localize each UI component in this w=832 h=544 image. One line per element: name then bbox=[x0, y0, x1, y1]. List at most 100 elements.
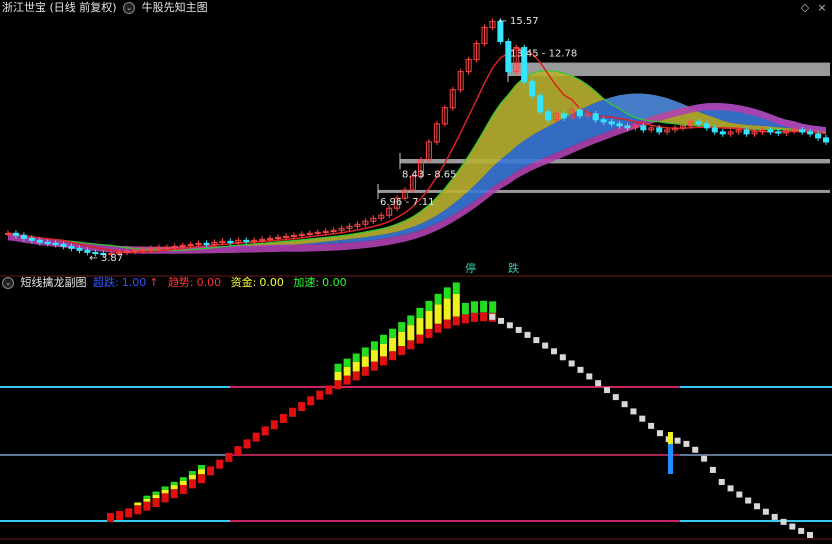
trend-bar-red bbox=[298, 402, 306, 412]
signal-stop-label: 停 bbox=[465, 261, 476, 275]
trend-bar-red bbox=[471, 312, 478, 322]
trend-block-white bbox=[727, 485, 734, 492]
trend-bar-red bbox=[152, 498, 160, 508]
trend-bar-red bbox=[370, 361, 378, 371]
accel-bar-green bbox=[489, 301, 497, 313]
trend-bar-red bbox=[225, 452, 233, 462]
funds-bar-yellow bbox=[452, 293, 460, 317]
trend-bar-red bbox=[289, 407, 296, 417]
trend-block-white bbox=[506, 322, 513, 329]
trend-bar-red bbox=[198, 474, 205, 484]
trend-block-white bbox=[612, 394, 619, 401]
candle-body bbox=[243, 239, 250, 243]
funds-bar-yellow bbox=[361, 356, 369, 367]
funds-bar-yellow bbox=[425, 310, 433, 329]
stock-title[interactable]: 浙江世宝 (日线 前复权) bbox=[2, 1, 117, 14]
trend-block-white bbox=[648, 422, 655, 429]
accel-bar-green bbox=[143, 495, 151, 499]
candle-body bbox=[815, 133, 822, 139]
trend-block-white bbox=[586, 373, 593, 380]
chart-canvas[interactable]: ← 15.57 ← 3.87 13.45 - 12.78 8.43 - 8.65 6.9… bbox=[0, 0, 832, 540]
candle-body bbox=[537, 95, 544, 113]
chevron-down-icon[interactable]: ⌄ bbox=[123, 2, 136, 14]
funds-bar-yellow bbox=[352, 361, 360, 372]
accel-bar-green bbox=[471, 301, 478, 313]
trend-bar-red bbox=[234, 446, 242, 456]
accel-bar-green bbox=[361, 347, 369, 357]
main-header: 浙江世宝 (日线 前复权) ⌄ 牛股先知主图 bbox=[2, 0, 211, 16]
trend-bar-red bbox=[188, 479, 196, 489]
close-icon[interactable]: × bbox=[815, 1, 829, 15]
funds-bar-yellow bbox=[334, 371, 342, 381]
trend-block-white bbox=[771, 513, 778, 520]
trend-block-white bbox=[701, 455, 708, 462]
trend-block-white bbox=[577, 366, 584, 373]
trend-bar-red bbox=[261, 426, 269, 436]
candle-body bbox=[227, 240, 234, 244]
oversold-marker-yellow bbox=[668, 432, 673, 444]
candle-body bbox=[775, 131, 782, 134]
accel-bar-green bbox=[380, 334, 387, 344]
accel-bar-green bbox=[425, 300, 433, 311]
trend-bar-red bbox=[398, 346, 406, 356]
trend-bar-red bbox=[216, 459, 224, 469]
candle-body bbox=[703, 123, 710, 129]
metric-accel: 加速: 0.00 bbox=[293, 276, 347, 289]
trend-block-white bbox=[718, 478, 725, 485]
accel-bar-green bbox=[443, 287, 451, 299]
funds-bar-yellow bbox=[152, 494, 160, 499]
accel-bar-green bbox=[480, 300, 488, 313]
trend-bar-red bbox=[161, 493, 169, 503]
trend-bar-red bbox=[143, 501, 151, 511]
candle-body bbox=[203, 242, 210, 246]
funds-bar-yellow bbox=[134, 502, 142, 506]
funds-bar-yellow bbox=[380, 343, 387, 357]
candle-body bbox=[12, 232, 19, 236]
trend-bar-red bbox=[480, 312, 488, 322]
sub-header: ⌄ 短线擒龙副图 超跌: 1.00 ↑ 趋势: 0.00 资金: 0.00 加速: 0.0… bbox=[2, 275, 353, 291]
sub-indicator-name[interactable]: 短线擒龙副图 bbox=[21, 276, 87, 289]
accel-bar-green bbox=[170, 481, 178, 486]
funds-bar-yellow bbox=[407, 325, 415, 341]
trend-block-white bbox=[807, 532, 813, 538]
settings-diamond-icon[interactable]: ◇ bbox=[798, 1, 812, 15]
candle-body bbox=[76, 247, 83, 251]
candle-body bbox=[624, 125, 631, 129]
trend-bar-red bbox=[361, 366, 369, 376]
accel-bar-green bbox=[343, 358, 351, 367]
trend-block-white bbox=[745, 497, 752, 504]
funds-bar-yellow bbox=[416, 318, 424, 335]
trend-bar-red bbox=[452, 316, 460, 326]
trend-block-white bbox=[656, 430, 663, 437]
candle-body bbox=[711, 127, 718, 133]
chart-stage[interactable]: ← 15.57 ← 3.87 13.45 - 12.78 8.43 - 8.65 6.9… bbox=[0, 0, 832, 540]
funds-bar-yellow bbox=[143, 498, 151, 502]
high-price-label: ← 15.57 bbox=[498, 16, 538, 27]
trend-bar-red bbox=[316, 390, 324, 400]
accel-bar-green bbox=[198, 464, 205, 470]
accel-bar-green bbox=[398, 322, 406, 332]
trend-block-white bbox=[674, 437, 681, 444]
main-indicator-name[interactable]: 牛股先知主图 bbox=[142, 1, 208, 14]
trend-block-white bbox=[692, 446, 699, 453]
trend-bar-red bbox=[443, 319, 451, 329]
trend-block-white bbox=[515, 326, 522, 333]
trend-bar-red bbox=[343, 375, 351, 385]
arrow-up-icon: ↑ bbox=[149, 276, 159, 289]
accel-bar-green bbox=[161, 486, 169, 490]
trend-bar-red bbox=[325, 385, 333, 395]
trend-bar-red bbox=[416, 334, 424, 344]
metric-funds: 资金: 0.00 bbox=[230, 276, 284, 289]
candle-body bbox=[576, 109, 583, 117]
chevron-down-icon[interactable]: ⌄ bbox=[2, 277, 14, 289]
trend-bar-red bbox=[125, 508, 133, 518]
candle-body bbox=[36, 239, 43, 243]
candle-body bbox=[28, 237, 35, 241]
trend-block-white bbox=[780, 518, 787, 525]
trend-block-white bbox=[754, 503, 761, 510]
accel-bar-green bbox=[352, 353, 360, 362]
candle-body bbox=[20, 234, 27, 239]
candle-body bbox=[719, 131, 726, 135]
signal-fall-label: 跌 bbox=[508, 261, 519, 275]
trend-block-white bbox=[524, 331, 531, 338]
